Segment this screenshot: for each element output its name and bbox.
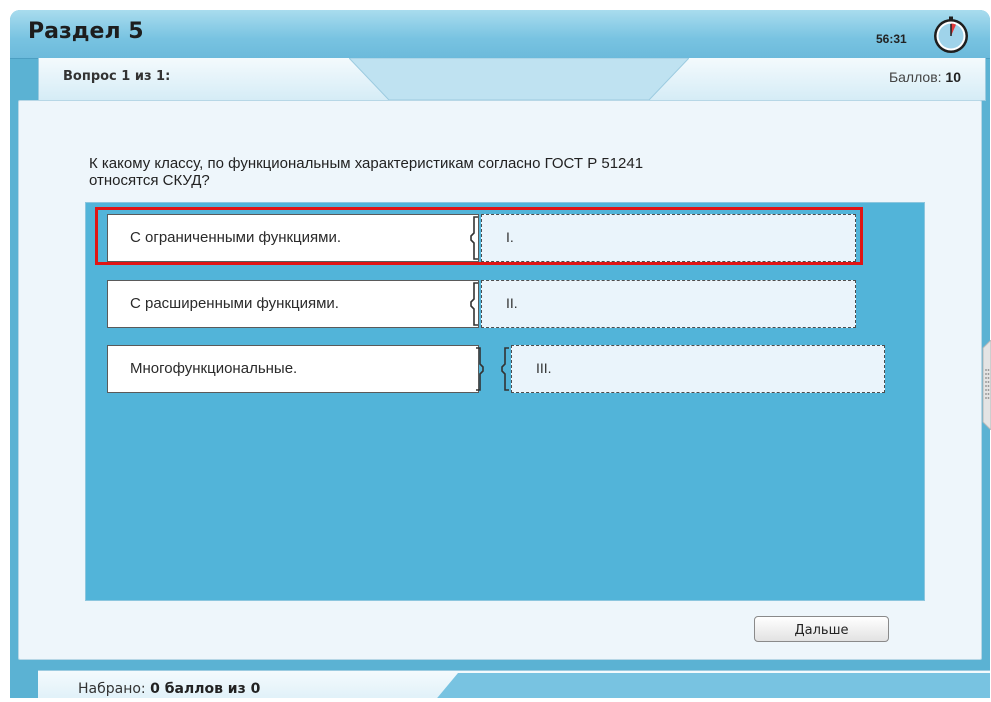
match-item-label: С расширенными функциями. — [130, 295, 339, 312]
title-bar: Раздел 5 56:31 — [10, 10, 990, 59]
footer-tab-shape — [437, 673, 990, 698]
question-text-line: относятся СКУД? — [89, 172, 210, 189]
match-item-right[interactable]: III. — [511, 345, 885, 393]
info-bar-tab-shape — [349, 58, 689, 100]
section-title: Раздел 5 — [28, 19, 144, 44]
selection-highlight — [95, 207, 863, 265]
score-value: 10 — [945, 69, 961, 85]
match-item-label: II. — [506, 295, 518, 311]
match-item-left[interactable]: Многофункциональные. — [107, 345, 479, 393]
match-item-left[interactable]: С расширенными функциями. — [107, 280, 479, 328]
question-text: К какому классу, по функциональным харак… — [89, 155, 869, 189]
connector-right-bracket-icon — [476, 347, 484, 391]
total-score-label: Набрано: — [78, 681, 146, 697]
stopwatch-icon — [934, 16, 968, 53]
total-score-value: 0 баллов из 0 — [150, 681, 261, 697]
question-text-line: К какому классу, по функциональным харак… — [89, 155, 644, 172]
question-counter: Вопрос 1 из 1: — [63, 69, 171, 84]
timer-text: 56:31 — [876, 32, 907, 46]
match-item-label: III. — [536, 360, 552, 376]
question-score: Баллов: 10 — [889, 69, 961, 85]
question-info-bar: Вопрос 1 из 1: Баллов: 10 — [38, 58, 986, 101]
next-button[interactable]: Дальше — [754, 616, 889, 642]
match-item-right[interactable]: II. — [481, 280, 856, 328]
total-score: Набрано: 0 баллов из 0 — [78, 681, 260, 697]
match-item-label: Многофункциональные. — [130, 360, 298, 377]
status-footer: Набрано: 0 баллов из 0 — [38, 670, 990, 698]
score-label: Баллов: — [888, 69, 942, 85]
grip-dots-icon[interactable] — [978, 340, 991, 430]
